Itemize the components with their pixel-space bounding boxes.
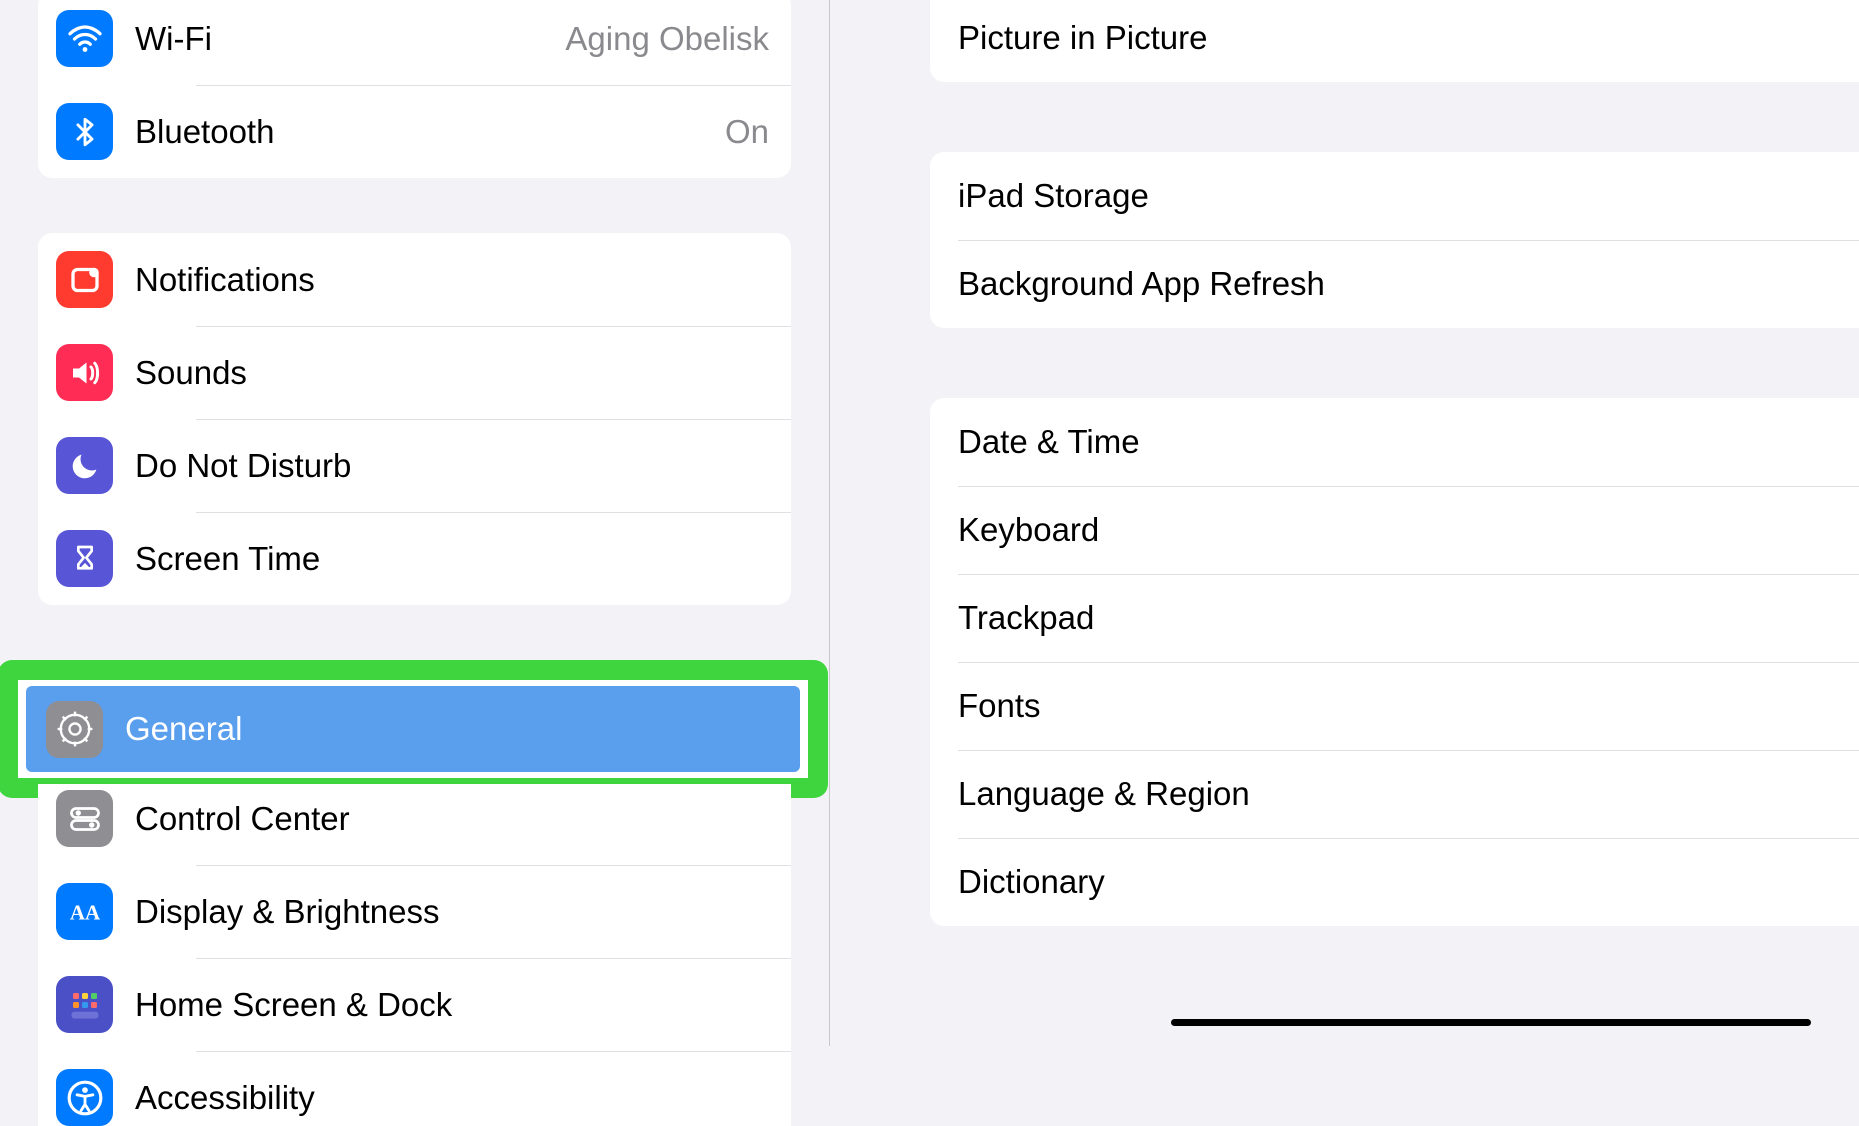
detail-group-storage: iPad Storage Background App Refresh (930, 152, 1859, 328)
sidebar-item-screen-time[interactable]: Screen Time (38, 512, 791, 605)
sidebar-group-notifications: Notifications Sounds Do Not Disturb Scre… (38, 233, 791, 605)
accessibility-icon (56, 1069, 113, 1126)
sidebar-item-label: Accessibility (135, 1079, 771, 1117)
sidebar-group-system: Control Center AA Display & Brightness H… (38, 784, 791, 1126)
sidebar-item-general[interactable]: General (26, 686, 800, 772)
sidebar-item-label: Sounds (135, 354, 771, 392)
sidebar-item-label: Wi-Fi (135, 20, 565, 58)
detail-item-label: Date & Time (958, 423, 1140, 461)
sidebar-item-wifi[interactable]: Wi-Fi Aging Obelisk (38, 0, 791, 85)
sidebar-item-display-brightness[interactable]: AA Display & Brightness (38, 865, 791, 958)
grid-icon (56, 976, 113, 1033)
detail-group-airplay: AirPlay & Handoff Picture in Picture (930, 0, 1859, 82)
sidebar-group-network: Wi-Fi Aging Obelisk Bluetooth On (38, 0, 791, 178)
sidebar-item-value: On (725, 113, 769, 151)
sidebar-item-label: Bluetooth (135, 113, 725, 151)
moon-icon (56, 437, 113, 494)
sidebar-item-label: General (125, 710, 780, 748)
sidebar-item-label: Do Not Disturb (135, 447, 771, 485)
detail-item-dictionary[interactable]: Dictionary (930, 838, 1859, 926)
detail-item-label: iPad Storage (958, 177, 1149, 215)
sidebar-item-control-center[interactable]: Control Center (38, 784, 791, 865)
home-indicator[interactable] (1171, 1019, 1811, 1026)
sidebar-item-label: Screen Time (135, 540, 771, 578)
detail-item-trackpad[interactable]: Trackpad (930, 574, 1859, 662)
sidebar-item-do-not-disturb[interactable]: Do Not Disturb (38, 419, 791, 512)
detail-item-ipad-storage[interactable]: iPad Storage (930, 152, 1859, 240)
detail-item-label: Trackpad (958, 599, 1094, 637)
sidebar-item-notifications[interactable]: Notifications (38, 233, 791, 326)
highlight-box: General (0, 660, 828, 798)
detail-item-language-region[interactable]: Language & Region (930, 750, 1859, 838)
sidebar-item-home-screen-dock[interactable]: Home Screen & Dock (38, 958, 791, 1051)
svg-text:AA: AA (69, 900, 100, 924)
detail-pane: AirPlay & Handoff Picture in Picture iPa… (830, 0, 1859, 1046)
sidebar-item-accessibility[interactable]: Accessibility (38, 1051, 791, 1126)
detail-item-picture-in-picture[interactable]: Picture in Picture (930, 0, 1859, 82)
sidebar-item-value: Aging Obelisk (565, 20, 769, 58)
detail-item-fonts[interactable]: Fonts (930, 662, 1859, 750)
detail-item-label: Fonts (958, 687, 1041, 725)
notifications-icon (56, 251, 113, 308)
detail-item-background-app-refresh[interactable]: Background App Refresh (930, 240, 1859, 328)
sidebar-item-sounds[interactable]: Sounds (38, 326, 791, 419)
detail-item-label: Picture in Picture (958, 19, 1207, 57)
detail-item-keyboard[interactable]: Keyboard (930, 486, 1859, 574)
wifi-icon (56, 10, 113, 67)
hourglass-icon (56, 530, 113, 587)
aa-icon: AA (56, 883, 113, 940)
detail-item-label: Keyboard (958, 511, 1099, 549)
sidebar-item-label: Display & Brightness (135, 893, 771, 931)
detail-item-label: Background App Refresh (958, 265, 1325, 303)
sidebar-item-label: Home Screen & Dock (135, 986, 771, 1024)
detail-item-label: Dictionary (958, 863, 1105, 901)
gear-icon (46, 701, 103, 758)
sounds-icon (56, 344, 113, 401)
detail-item-label: Language & Region (958, 775, 1250, 813)
bluetooth-icon (56, 103, 113, 160)
detail-group-input: Date & Time Keyboard Trackpad Fonts Lang… (930, 398, 1859, 926)
settings-sidebar: Wi-Fi Aging Obelisk Bluetooth On Notific… (0, 0, 830, 1046)
sidebar-item-label: Control Center (135, 800, 771, 838)
sidebar-item-label: Notifications (135, 261, 771, 299)
detail-item-date-time[interactable]: Date & Time (930, 398, 1859, 486)
sidebar-item-bluetooth[interactable]: Bluetooth On (38, 85, 791, 178)
switches-icon (56, 790, 113, 847)
